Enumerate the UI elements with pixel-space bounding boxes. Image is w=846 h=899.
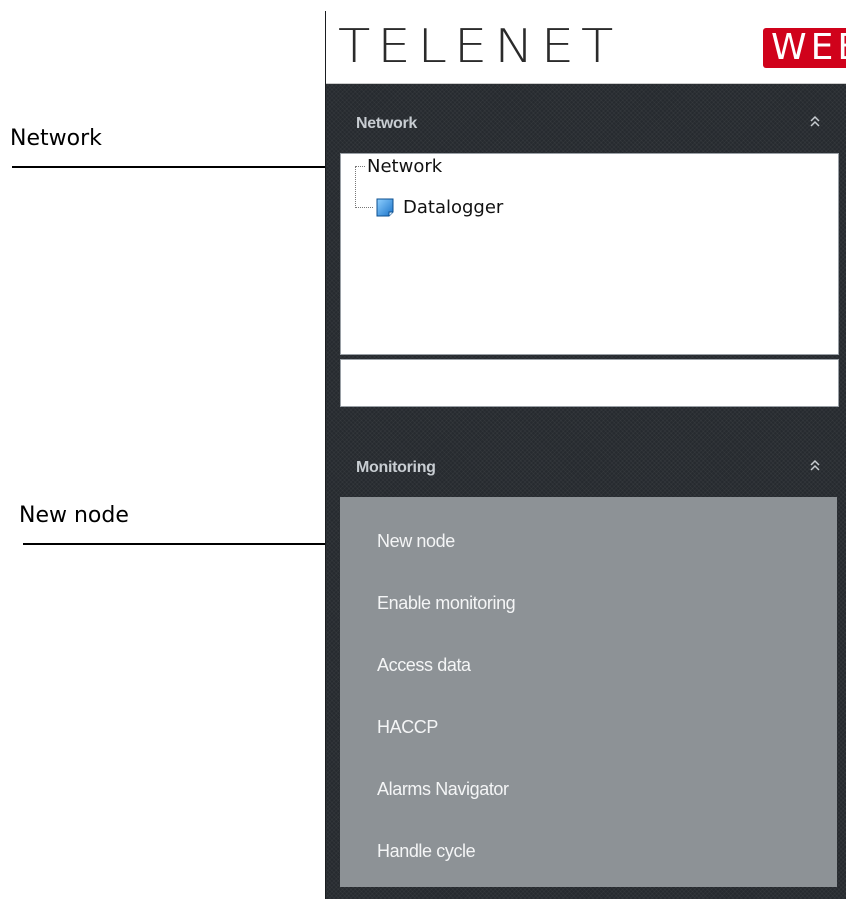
tree-node-datalogger[interactable]: Datalogger (403, 199, 503, 217)
callout-new-node-label: New node (19, 503, 129, 528)
callout-new-node-line (23, 543, 370, 545)
menu-item-new-node[interactable]: New node (377, 526, 455, 556)
logo-web-badge: WEB (763, 28, 846, 68)
menu-item-alarms-navigator[interactable]: Alarms Navigator (377, 774, 509, 804)
monitoring-section-header[interactable]: Monitoring (326, 447, 846, 487)
network-tree[interactable]: Network Datalogger (340, 153, 839, 355)
telenet-web-logo: TELENET WEB (326, 11, 846, 84)
menu-item-handle-cycle[interactable]: Handle cycle (377, 836, 476, 866)
callout-network-label: Network (10, 126, 102, 151)
sidebar-panel: TELENET WEB Network Network Datalogger (325, 11, 846, 899)
monitoring-menu: New node Enable monitoring Access data H… (340, 497, 837, 887)
network-filter-input[interactable] (340, 359, 839, 407)
double-chevron-up-icon[interactable] (809, 459, 821, 473)
double-chevron-up-icon[interactable] (809, 115, 821, 129)
menu-item-enable-monitoring[interactable]: Enable monitoring (377, 588, 516, 618)
network-section-header[interactable]: Network (326, 103, 846, 143)
monitoring-section-title: Monitoring (356, 459, 436, 476)
network-section-title: Network (356, 115, 418, 132)
tree-node-network[interactable]: Network (367, 158, 442, 176)
tree-connector-child (355, 207, 373, 208)
callout-network-line (12, 166, 352, 168)
menu-item-access-data[interactable]: Access data (377, 650, 471, 680)
tree-connector-vertical (355, 166, 356, 208)
menu-item-haccp[interactable]: HACCP (377, 712, 438, 742)
logo-telenet-text: TELENET (338, 19, 621, 73)
datalogger-icon (376, 198, 394, 217)
tree-connector-root (355, 166, 365, 167)
